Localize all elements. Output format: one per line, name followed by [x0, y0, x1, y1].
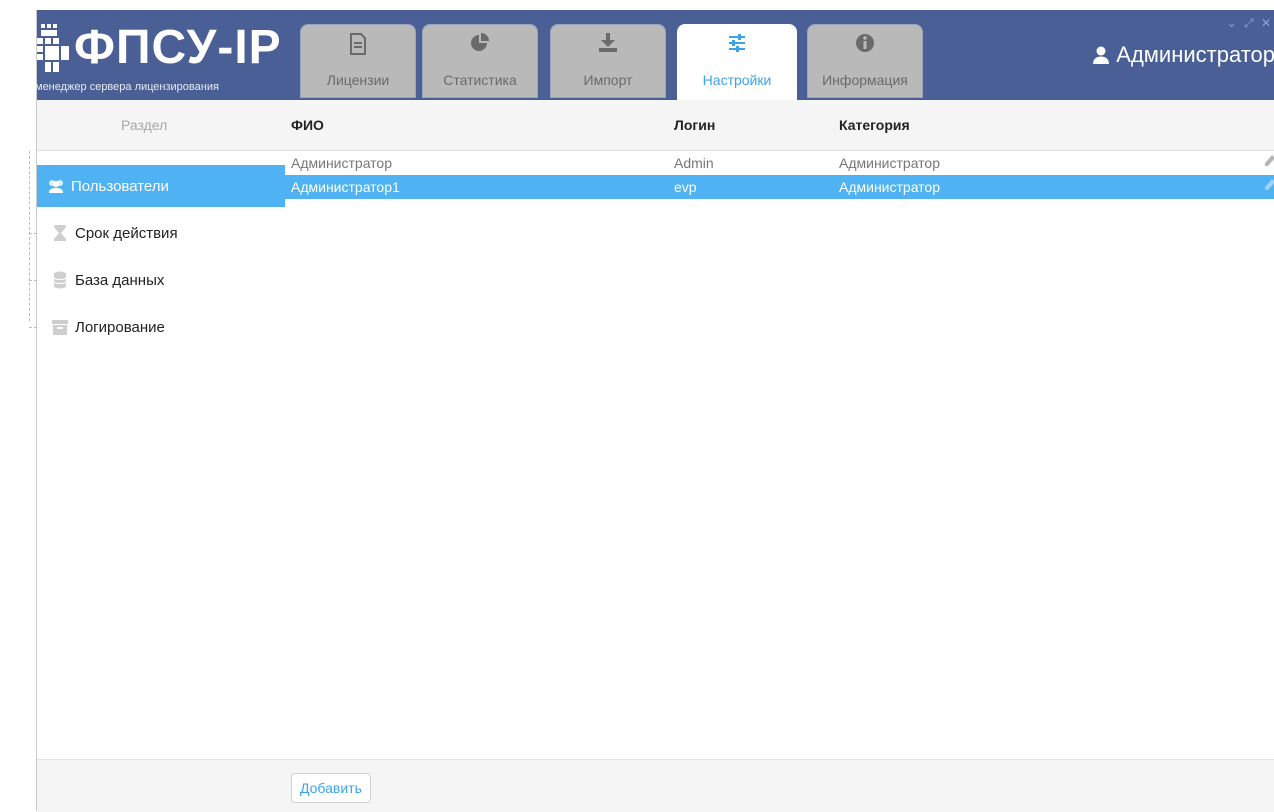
logo-tower-icon	[37, 24, 69, 72]
user-name: Администратор	[1116, 42, 1274, 67]
tab-settings[interactable]: Настройки	[677, 24, 797, 101]
database-icon	[53, 271, 67, 289]
tab-label: Импорт	[583, 72, 633, 88]
pencil-icon[interactable]	[1263, 178, 1274, 192]
tab-label: Настройки	[702, 72, 772, 88]
tree-line	[29, 151, 31, 321]
close-icon[interactable]: ✕	[1261, 16, 1273, 30]
tab-label: Лицензии	[326, 72, 390, 88]
tree-connector	[29, 327, 37, 328]
sidebar: Пользователи Срок действия База данных Л…	[29, 151, 285, 771]
tab-label: Информация	[822, 72, 908, 88]
document-icon	[350, 33, 366, 55]
tree-connector	[29, 280, 37, 281]
logo: ФПСУ-IP менеджер сервера лицензирования	[35, 18, 287, 98]
section-header: Раздел	[121, 117, 168, 133]
tab-label: Статистика	[443, 72, 517, 88]
column-header-fio[interactable]: ФИО	[291, 117, 324, 133]
sidebar-item-users[interactable]: Пользователи	[37, 165, 285, 207]
logo-title: ФПСУ-IP	[74, 21, 282, 74]
tree-connector	[29, 233, 37, 234]
archive-icon	[52, 320, 68, 335]
column-header-category[interactable]: Категория	[839, 117, 910, 133]
tab-licenses[interactable]: Лицензии	[300, 24, 416, 98]
user-icon	[1093, 46, 1110, 64]
collapse-icon[interactable]: ⌄	[1227, 16, 1239, 30]
column-header-bar: Раздел ФИО Логин Категория	[37, 100, 1274, 151]
column-header-login[interactable]: Логин	[674, 117, 715, 133]
sidebar-item-label: База данных	[75, 271, 165, 289]
tab-statistics[interactable]: Статистика	[422, 24, 538, 98]
cell-fio: Администратор	[291, 155, 393, 171]
hourglass-icon	[54, 225, 66, 241]
footer-bar: Добавить	[37, 759, 1274, 812]
download-icon	[599, 33, 617, 52]
sliders-icon	[729, 34, 745, 52]
cell-category: Администратор	[839, 155, 941, 171]
header-bar: ФПСУ-IP менеджер сервера лицензирования …	[35, 10, 1274, 101]
add-button[interactable]: Добавить	[291, 773, 371, 803]
pencil-icon[interactable]	[1263, 154, 1274, 168]
sidebar-item-label: Срок действия	[75, 224, 178, 242]
cell-category: Администратор	[839, 179, 941, 195]
cell-login: Admin	[674, 155, 714, 171]
sidebar-item-database[interactable]: База данных	[37, 259, 285, 301]
current-user[interactable]: Администратор	[1092, 42, 1274, 68]
users-icon	[49, 180, 63, 193]
table-row[interactable]: Администратор1 evp Администратор	[285, 175, 1274, 199]
cell-login: evp	[674, 179, 697, 195]
maximize-icon[interactable]: ⤢	[1244, 16, 1256, 30]
sidebar-item-logging[interactable]: Логирование	[37, 306, 285, 348]
sidebar-item-label: Логирование	[75, 318, 165, 336]
tab-info[interactable]: Информация	[807, 24, 923, 98]
tab-import[interactable]: Импорт	[550, 24, 666, 98]
users-table: Администратор Admin Администратор Админи…	[285, 151, 1274, 199]
table-row[interactable]: Администратор Admin Администратор	[285, 151, 1274, 175]
sidebar-item-validity[interactable]: Срок действия	[37, 212, 285, 254]
sidebar-item-label: Пользователи	[71, 177, 169, 195]
window-controls: ⌄ ⤢ ✕	[1227, 16, 1273, 31]
logo-subtitle: менеджер сервера лицензирования	[35, 81, 219, 93]
info-icon	[856, 34, 874, 52]
pie-chart-icon	[471, 33, 489, 51]
app-window: ФПСУ-IP менеджер сервера лицензирования …	[29, 10, 1274, 812]
cell-fio: Администратор1	[291, 179, 400, 195]
